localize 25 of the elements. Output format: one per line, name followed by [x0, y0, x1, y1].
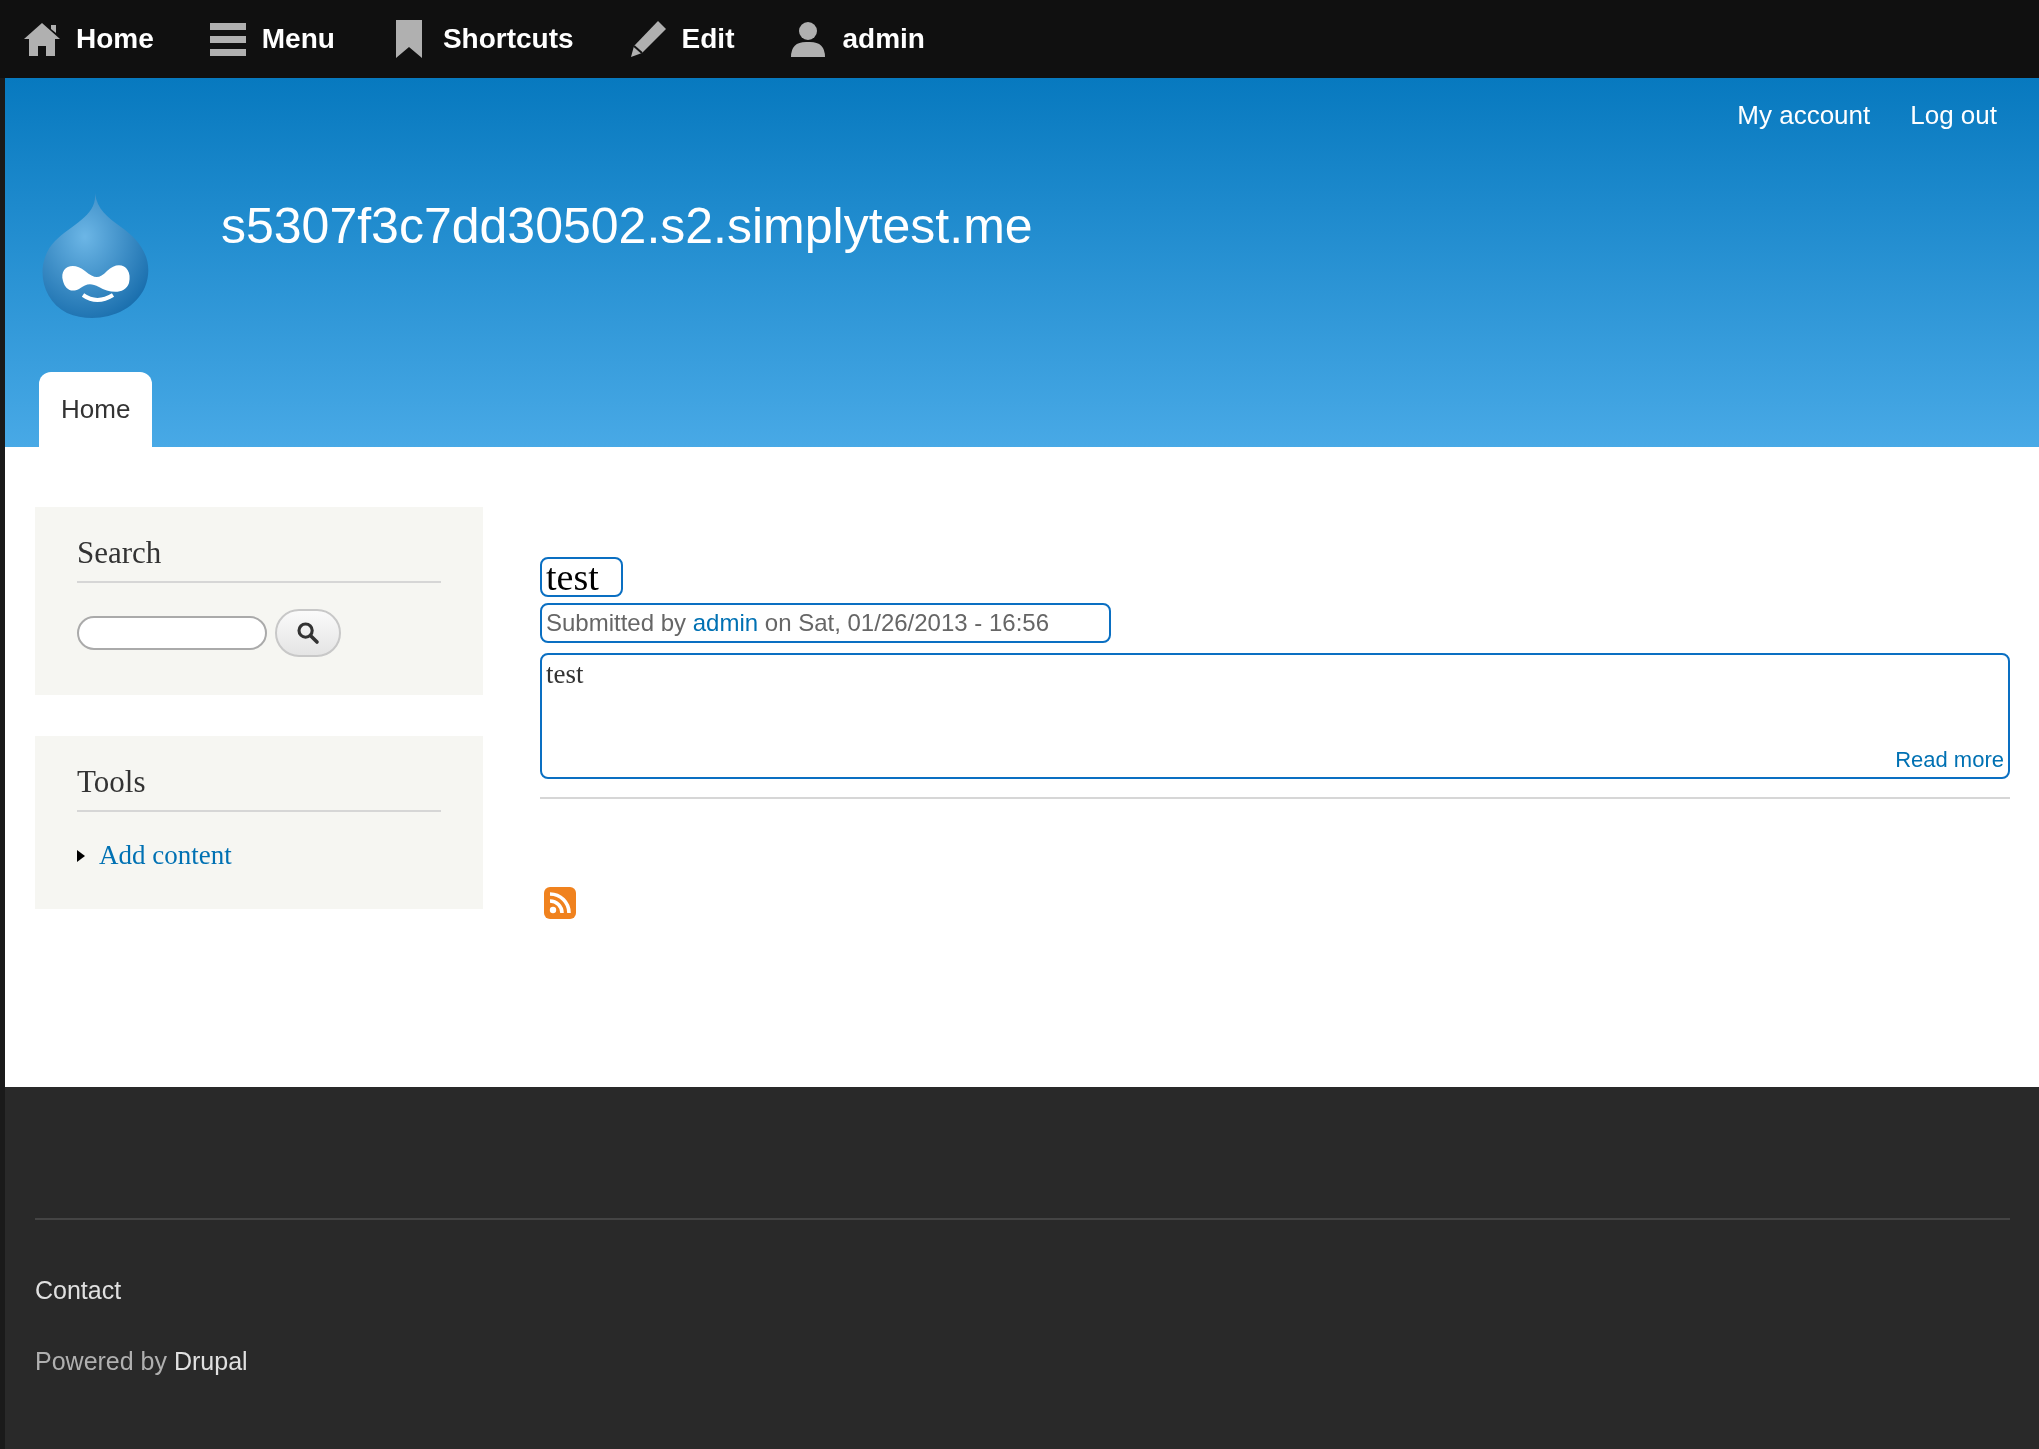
main-menu-tab[interactable]: Home — [39, 372, 153, 447]
toolbar-link[interactable]: Edit — [627, 19, 735, 59]
submitted-info: Submitted by admin on Sat, 01/26/2013 - 16:56 — [540, 603, 1112, 643]
search-field[interactable] — [77, 616, 267, 650]
search-icon — [296, 621, 320, 645]
toolbar-link[interactable]: admin — [788, 19, 925, 59]
search-button[interactable] — [275, 609, 341, 657]
footer-link[interactable]: Contact — [35, 1276, 122, 1304]
block-title: Tools — [77, 764, 441, 812]
toolbar-link[interactable]: Home — [22, 19, 154, 59]
rss-feed-icon[interactable] — [544, 887, 576, 919]
add-content-link[interactable]: Add content — [99, 840, 232, 871]
site-name[interactable]: s5307f3c7dd30502.s2.simplytest.me — [221, 197, 1033, 255]
powered-by-text: Powered by Drupal — [35, 1347, 249, 1376]
toolbar-link[interactable]: Shortcuts — [388, 19, 574, 59]
bullet-triangle-icon — [77, 849, 85, 862]
secondary-menu-link[interactable]: Log out — [1910, 100, 1997, 131]
block-title: Search — [77, 535, 441, 583]
read-more-link[interactable]: Read more — [1895, 747, 2004, 773]
body-text: test — [546, 659, 585, 690]
toolbar-link[interactable]: Menu — [207, 19, 335, 59]
secondary-menu-link[interactable]: My account — [1737, 100, 1871, 131]
node-title[interactable]: test — [540, 557, 623, 597]
drupal-link[interactable]: Drupal — [173, 1347, 248, 1375]
author-link[interactable]: admin — [692, 609, 759, 636]
